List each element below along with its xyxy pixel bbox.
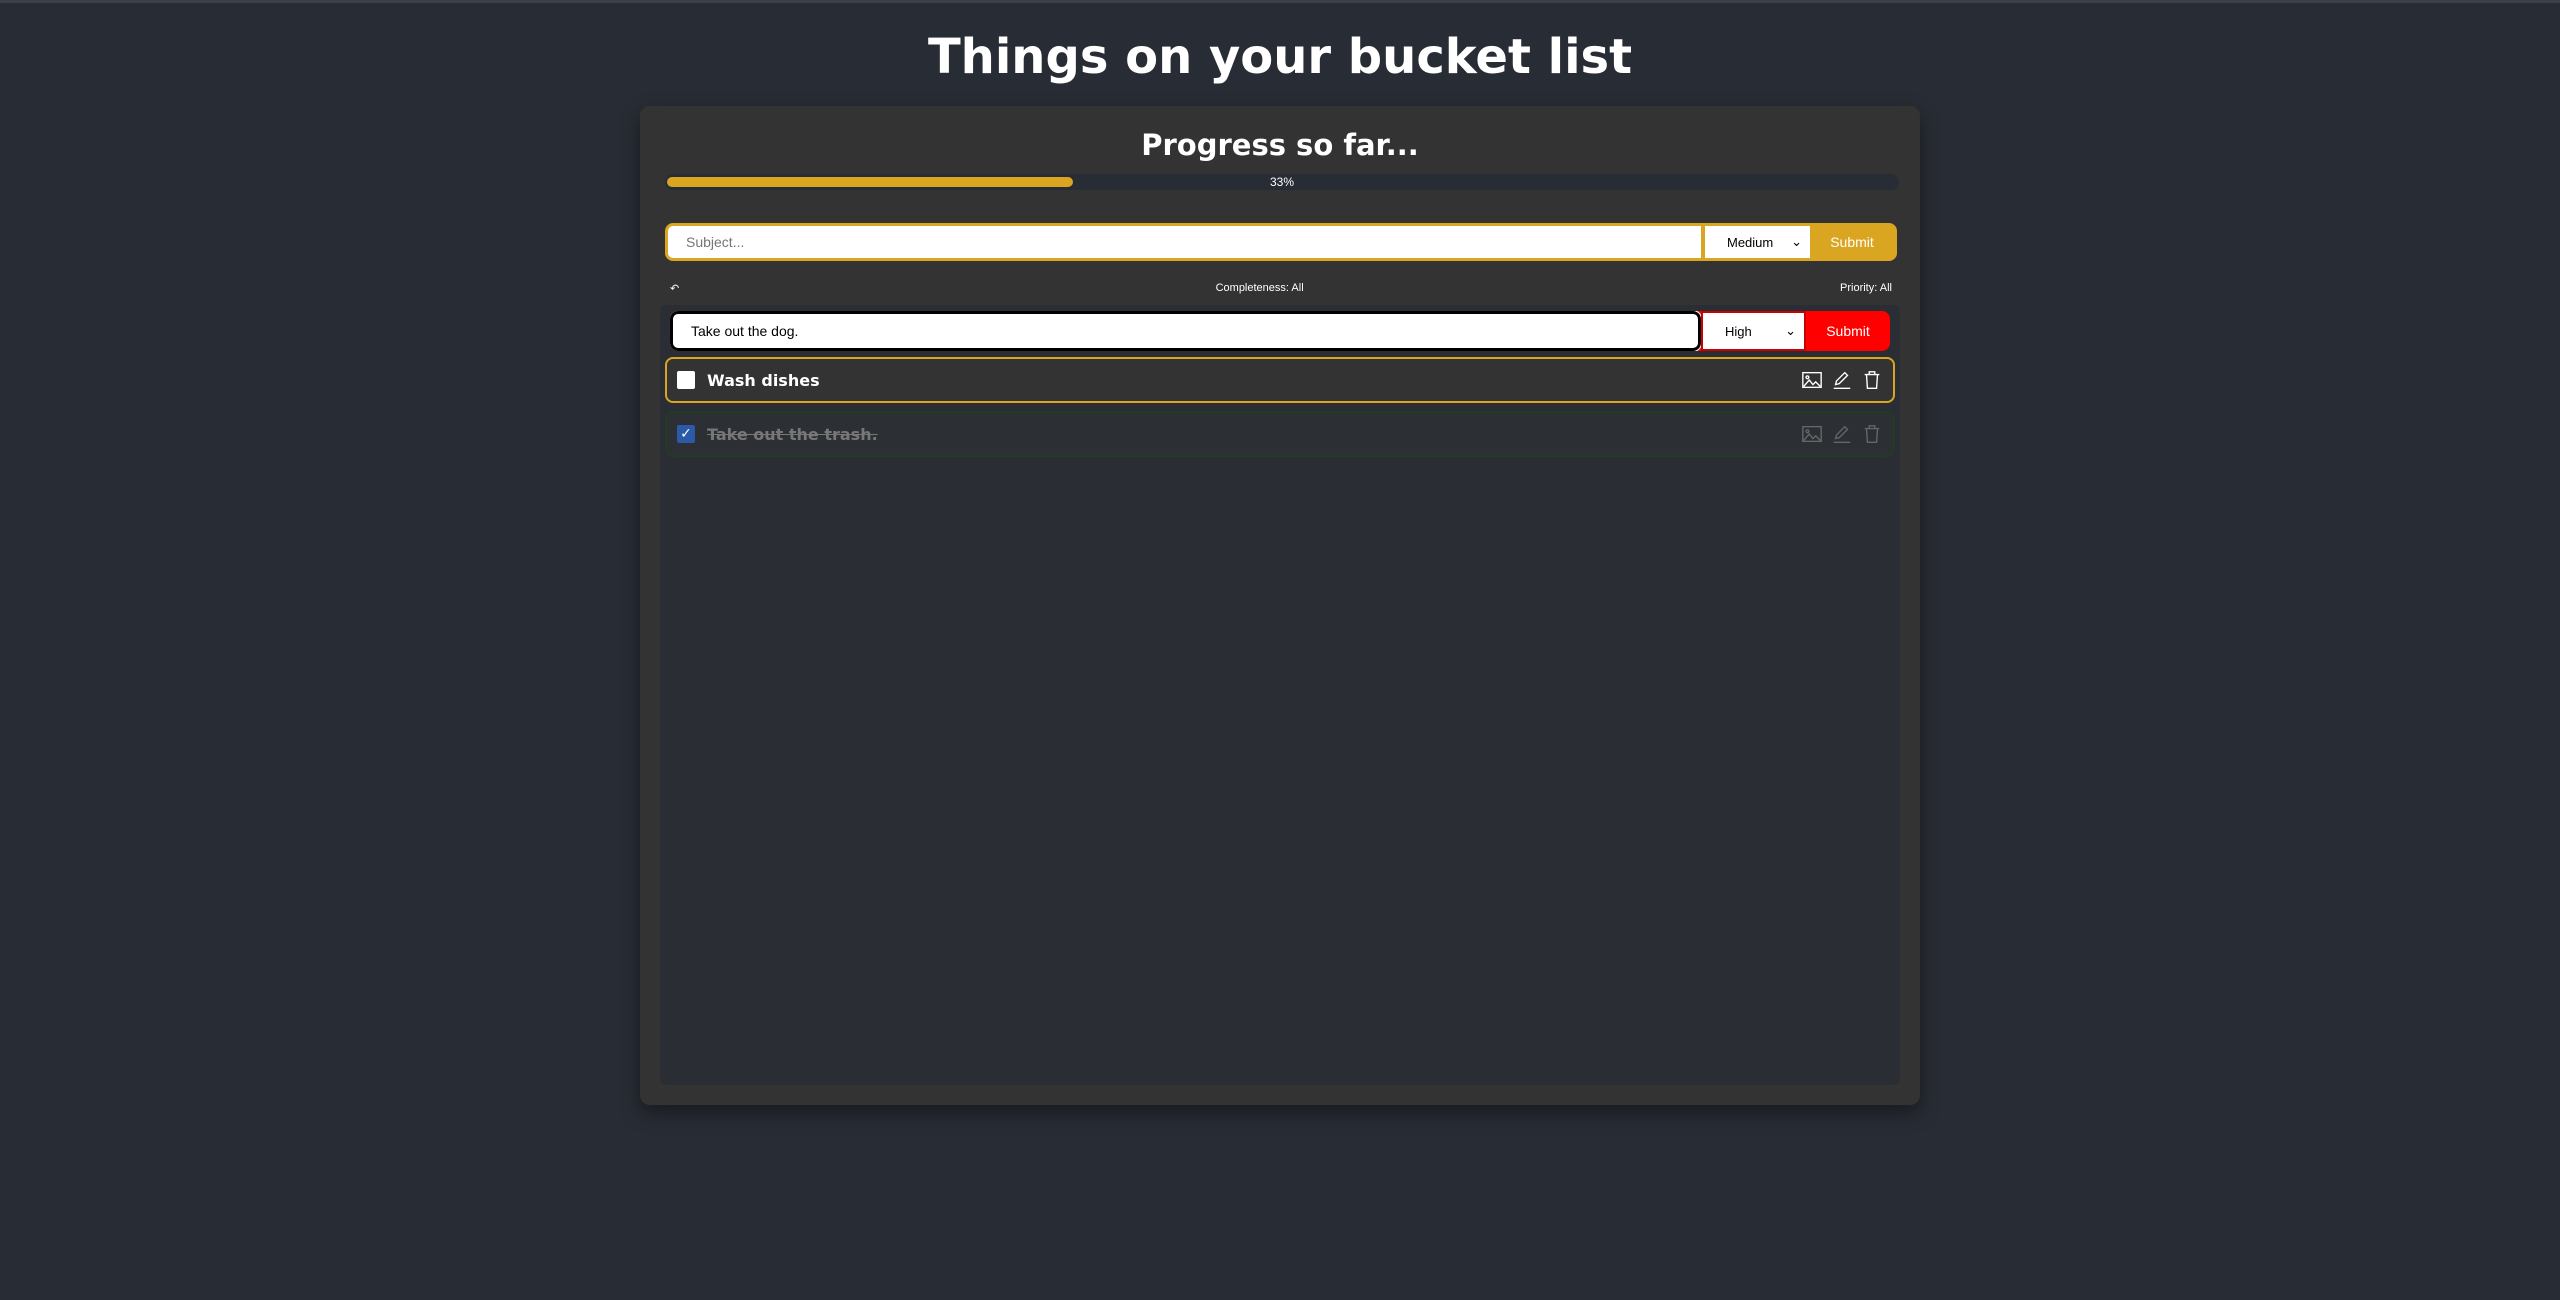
edit-pencil-icon[interactable] <box>1831 423 1853 445</box>
trash-icon[interactable] <box>1861 369 1883 391</box>
subject-input[interactable] <box>668 226 1701 258</box>
progress-title: Progress so far... <box>1141 128 1419 162</box>
item-list: High ⌄ Submit Wash dishes ✓ Take out the … <box>660 305 1900 1085</box>
page-title: Things on your bucket list <box>927 29 1633 85</box>
priority-select[interactable]: Medium ⌄ <box>1705 226 1810 258</box>
edit-pencil-icon[interactable] <box>1831 369 1853 391</box>
image-icon[interactable] <box>1801 369 1823 391</box>
edit-submit-button[interactable]: Submit <box>1806 311 1890 351</box>
filter-bar: ↶ Completeness: All Priority: All <box>670 282 1892 295</box>
completeness-filter[interactable]: Completeness: All <box>1216 282 1304 295</box>
progress-bar: 33% <box>665 174 1899 190</box>
list-item: ✓ Take out the trash. <box>665 411 1895 457</box>
edit-input[interactable] <box>670 311 1702 351</box>
edit-priority-select[interactable]: High ⌄ <box>1701 311 1806 351</box>
list-item: Wash dishes <box>665 357 1895 403</box>
priority-filter[interactable]: Priority: All <box>1840 282 1892 295</box>
chevron-down-icon: ⌄ <box>1785 323 1796 338</box>
progress-label: 33% <box>1269 175 1295 189</box>
priority-value: High <box>1725 323 1752 339</box>
chevron-down-icon: ⌄ <box>1791 234 1802 249</box>
add-item-form: Medium ⌄ Submit <box>665 223 1897 261</box>
bucket-list-card: Progress so far... 33% Medium ⌄ Submit ↶ … <box>640 106 1920 1105</box>
undo-arrow-icon[interactable]: ↶ <box>670 282 679 295</box>
image-icon[interactable] <box>1801 423 1823 445</box>
trash-icon[interactable] <box>1861 423 1883 445</box>
complete-checkbox[interactable]: ✓ <box>677 425 695 443</box>
priority-value: Medium <box>1727 234 1774 250</box>
item-text: Wash dishes <box>707 370 820 390</box>
edit-item-form: High ⌄ Submit <box>670 311 1890 351</box>
submit-button[interactable]: Submit <box>1810 226 1894 258</box>
item-text: Take out the trash. <box>707 424 878 444</box>
complete-checkbox[interactable] <box>677 371 695 389</box>
